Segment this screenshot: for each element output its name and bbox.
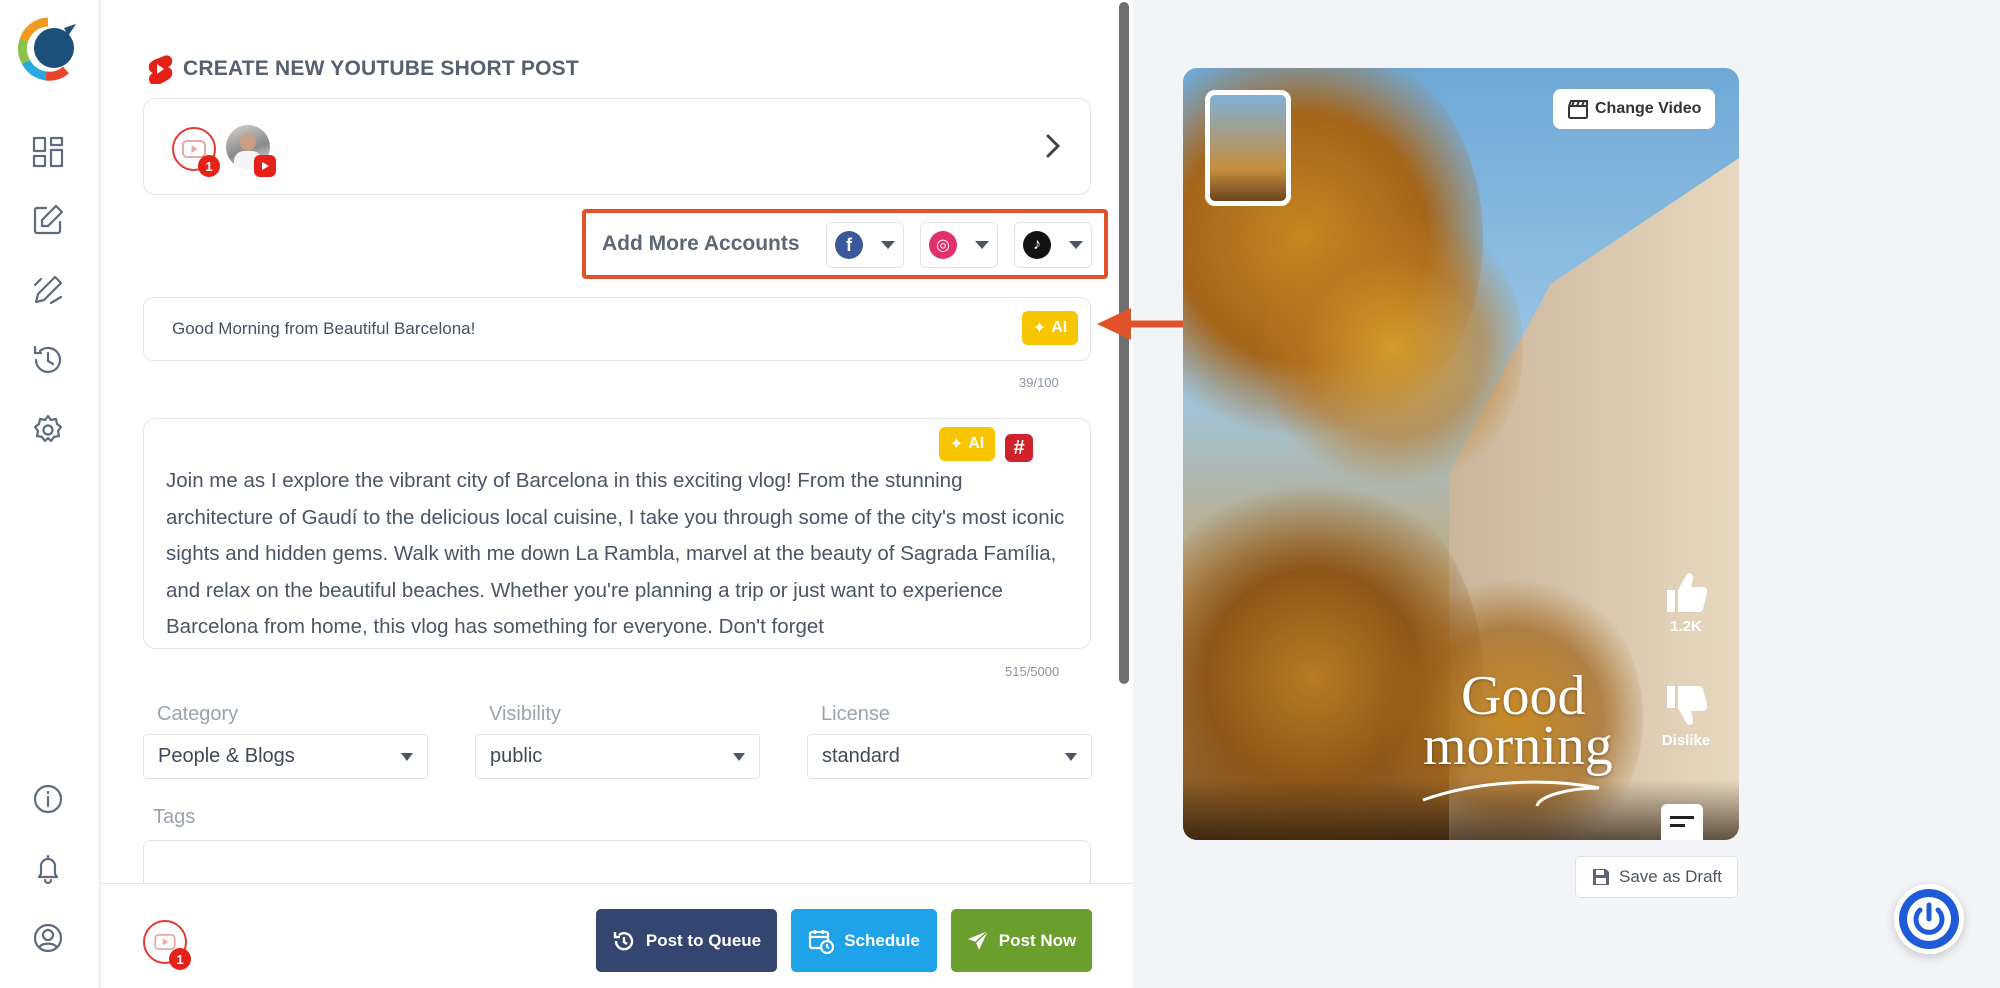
add-more-label: Add More Accounts: [602, 232, 800, 255]
category-value: People & Blogs: [158, 745, 295, 767]
description-textarea[interactable]: ✦ AI # Join me as I explore the vibrant c…: [143, 418, 1091, 649]
category-label: Category: [157, 703, 239, 725]
hashtag-button[interactable]: #: [1005, 434, 1033, 462]
youtube-account-chip[interactable]: 1: [172, 127, 220, 177]
queue-icon: [613, 931, 634, 950]
visibility-label: Visibility: [489, 703, 561, 725]
sidebar: [0, 0, 100, 988]
calendar-clock-icon: [809, 929, 835, 954]
help-widget-button[interactable]: [1894, 884, 1964, 954]
power-icon: [1899, 889, 1959, 949]
thumbs-up-icon: [1667, 573, 1708, 612]
send-icon: [967, 929, 989, 950]
facebook-dropdown[interactable]: f: [826, 222, 904, 268]
overlay-text-morning: morning: [1423, 715, 1613, 777]
video-title-input[interactable]: Good Morning from Beautiful Barcelona! ✦…: [143, 297, 1091, 361]
chevron-down-icon: [1065, 752, 1077, 761]
sparkle-icon: ✦: [949, 436, 964, 453]
bell-icon[interactable]: [28, 849, 68, 889]
video-thumbnail[interactable]: [1205, 90, 1291, 206]
post-now-button[interactable]: Post Now: [951, 909, 1092, 972]
license-select[interactable]: standard: [807, 734, 1092, 779]
description-text: Join me as I explore the vibrant city of…: [166, 469, 1065, 638]
visibility-select[interactable]: public: [475, 734, 760, 779]
app-logo[interactable]: [16, 16, 80, 82]
save-as-draft-button[interactable]: Save as Draft: [1575, 856, 1738, 898]
dislike-button[interactable]: Dislike: [1648, 684, 1724, 749]
visibility-value: public: [490, 745, 543, 767]
tags-label: Tags: [153, 806, 196, 828]
title-ai-button[interactable]: ✦ AI: [1022, 311, 1078, 345]
description-ai-button[interactable]: ✦ AI: [939, 427, 995, 461]
video-preview[interactable]: Change Video Good morning 1.2K Dislike: [1183, 68, 1739, 840]
video-title-value: Good Morning from Beautiful Barcelona!: [172, 319, 476, 338]
scrollbar[interactable]: [1119, 2, 1129, 684]
account-count-badge: 1: [169, 948, 191, 970]
category-select[interactable]: People & Blogs: [143, 734, 428, 779]
schedule-button[interactable]: Schedule: [791, 909, 937, 972]
account-count-badge: 1: [198, 155, 220, 177]
youtube-play-icon: [182, 140, 206, 158]
youtube-play-icon: [154, 934, 176, 950]
description-char-counter: 515/5000: [1005, 664, 1060, 679]
license-value: standard: [822, 745, 900, 767]
license-label: License: [821, 703, 890, 725]
sparkle-icon: ✦: [1032, 320, 1047, 337]
chevron-down-icon: [733, 752, 745, 761]
compose-icon[interactable]: [28, 200, 68, 240]
tiktok-icon: ♪: [1023, 231, 1051, 259]
like-count: 1.2K: [1670, 618, 1702, 635]
page-title: CREATE NEW YOUTUBE SHORT POST: [183, 57, 579, 80]
add-more-accounts: Add More Accounts f ◎ ♪: [582, 209, 1108, 279]
clapperboard-icon: [1568, 100, 1588, 119]
dashboard-icon[interactable]: [28, 132, 68, 172]
dislike-label: Dislike: [1661, 732, 1711, 749]
footer-account-chip[interactable]: 1: [143, 920, 191, 970]
like-button[interactable]: 1.2K: [1656, 570, 1716, 635]
selected-accounts-panel[interactable]: 1: [143, 98, 1091, 195]
chevron-right-icon[interactable]: [1038, 131, 1068, 161]
instagram-dropdown[interactable]: ◎: [920, 222, 998, 268]
page-header: CREATE NEW YOUTUBE SHORT POST: [147, 54, 579, 84]
title-char-counter: 39/100: [1019, 375, 1059, 390]
thumbs-down-icon: [1667, 686, 1708, 725]
chevron-down-icon: [975, 241, 989, 249]
history-icon[interactable]: [28, 340, 68, 380]
chevron-down-icon: [1069, 241, 1083, 249]
chevron-down-icon: [401, 752, 413, 761]
facebook-icon: f: [835, 231, 863, 259]
action-footer: 1 Post to Queue Schedule Post Now: [101, 883, 1133, 988]
settings-icon[interactable]: [28, 410, 68, 450]
save-icon: [1593, 869, 1609, 885]
swash-decoration: [1422, 780, 1600, 807]
info-icon[interactable]: [28, 779, 68, 819]
edit-post-icon[interactable]: [28, 270, 68, 310]
youtube-badge-icon: [254, 155, 276, 177]
comments-icon[interactable]: [1661, 804, 1703, 840]
post-to-queue-button[interactable]: Post to Queue: [596, 909, 777, 972]
instagram-icon: ◎: [929, 231, 957, 259]
user-icon[interactable]: [28, 918, 68, 958]
chevron-down-icon: [881, 241, 895, 249]
tree-foliage: [1263, 198, 1523, 498]
tiktok-dropdown[interactable]: ♪: [1014, 222, 1092, 268]
youtube-shorts-icon: [148, 55, 173, 84]
change-video-button[interactable]: Change Video: [1553, 89, 1716, 129]
